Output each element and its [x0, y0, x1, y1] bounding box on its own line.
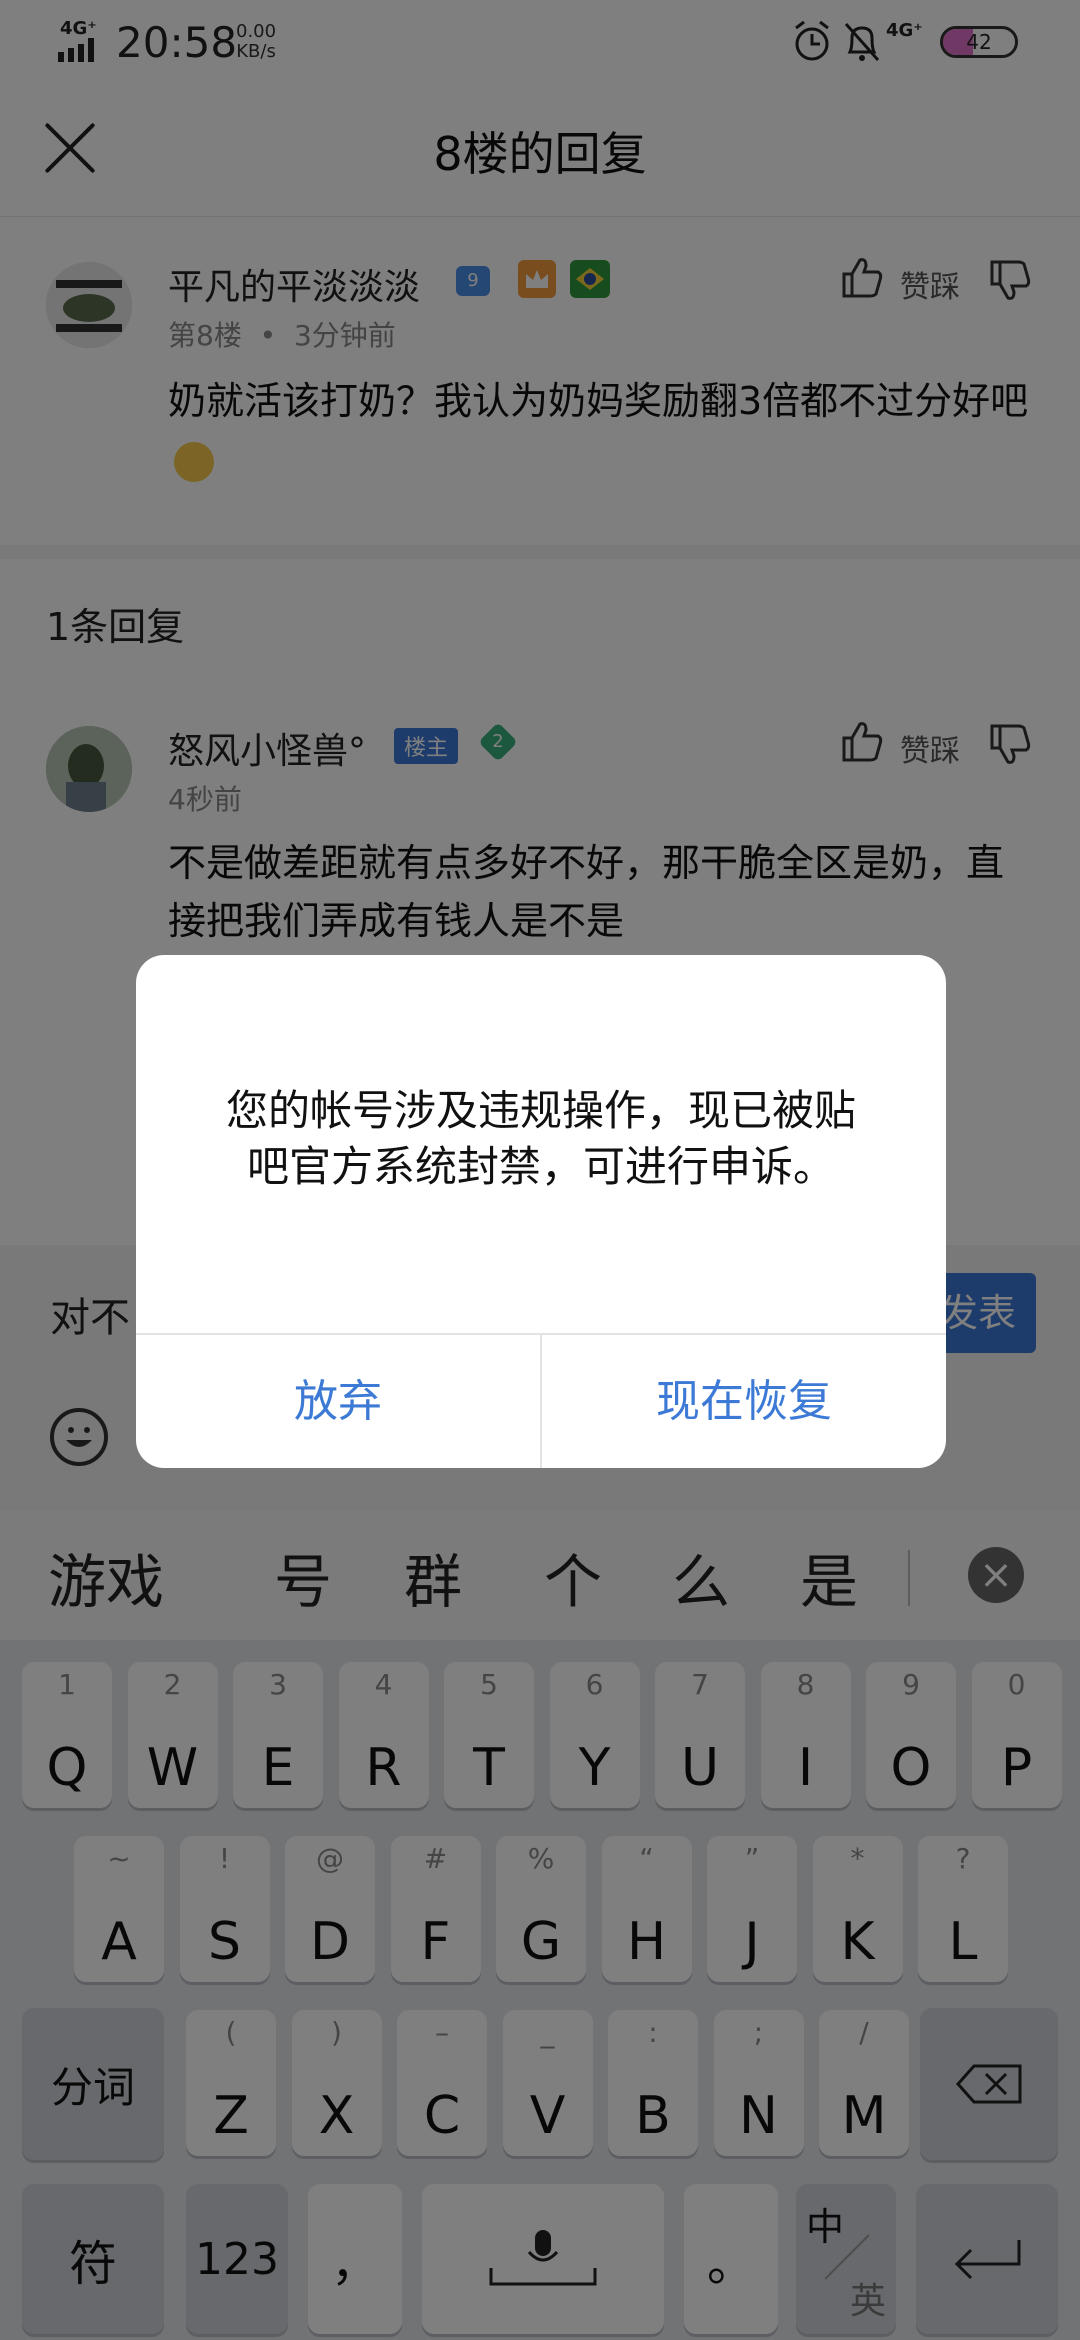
restore-now-button[interactable]: 现在恢复	[542, 1335, 946, 1468]
ban-dialog: 您的帐号涉及违规操作，现已被贴 吧官方系统封禁，可进行申诉。 放弃 现在恢复	[136, 955, 946, 1468]
dialog-message: 您的帐号涉及违规操作，现已被贴 吧官方系统封禁，可进行申诉。	[225, 1086, 856, 1191]
cancel-button[interactable]: 放弃	[136, 1335, 540, 1468]
